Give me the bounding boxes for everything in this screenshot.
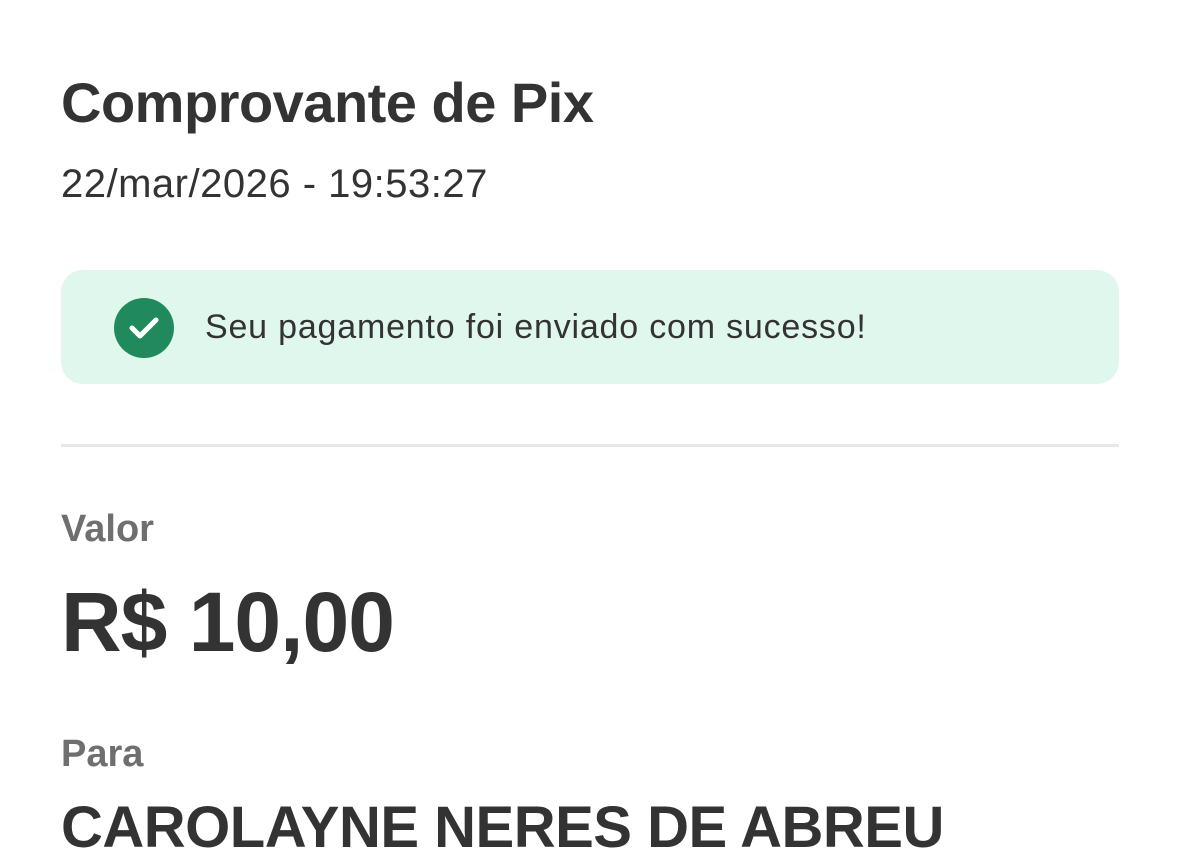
- page-title: Comprovante de Pix: [61, 71, 594, 134]
- check-circle-icon: [114, 298, 174, 358]
- recipient-name: CAROLAYNE NERES DE ABREU: [61, 795, 944, 860]
- success-banner: Seu pagamento foi enviado com sucesso!: [61, 270, 1119, 384]
- amount-label: Valor: [61, 508, 154, 550]
- recipient-label: Para: [61, 733, 144, 775]
- divider: [61, 444, 1119, 447]
- amount-value: R$ 10,00: [61, 575, 395, 669]
- transaction-datetime: 22/mar/2026 - 19:53:27: [61, 162, 488, 206]
- success-message: Seu pagamento foi enviado com sucesso!: [205, 308, 867, 346]
